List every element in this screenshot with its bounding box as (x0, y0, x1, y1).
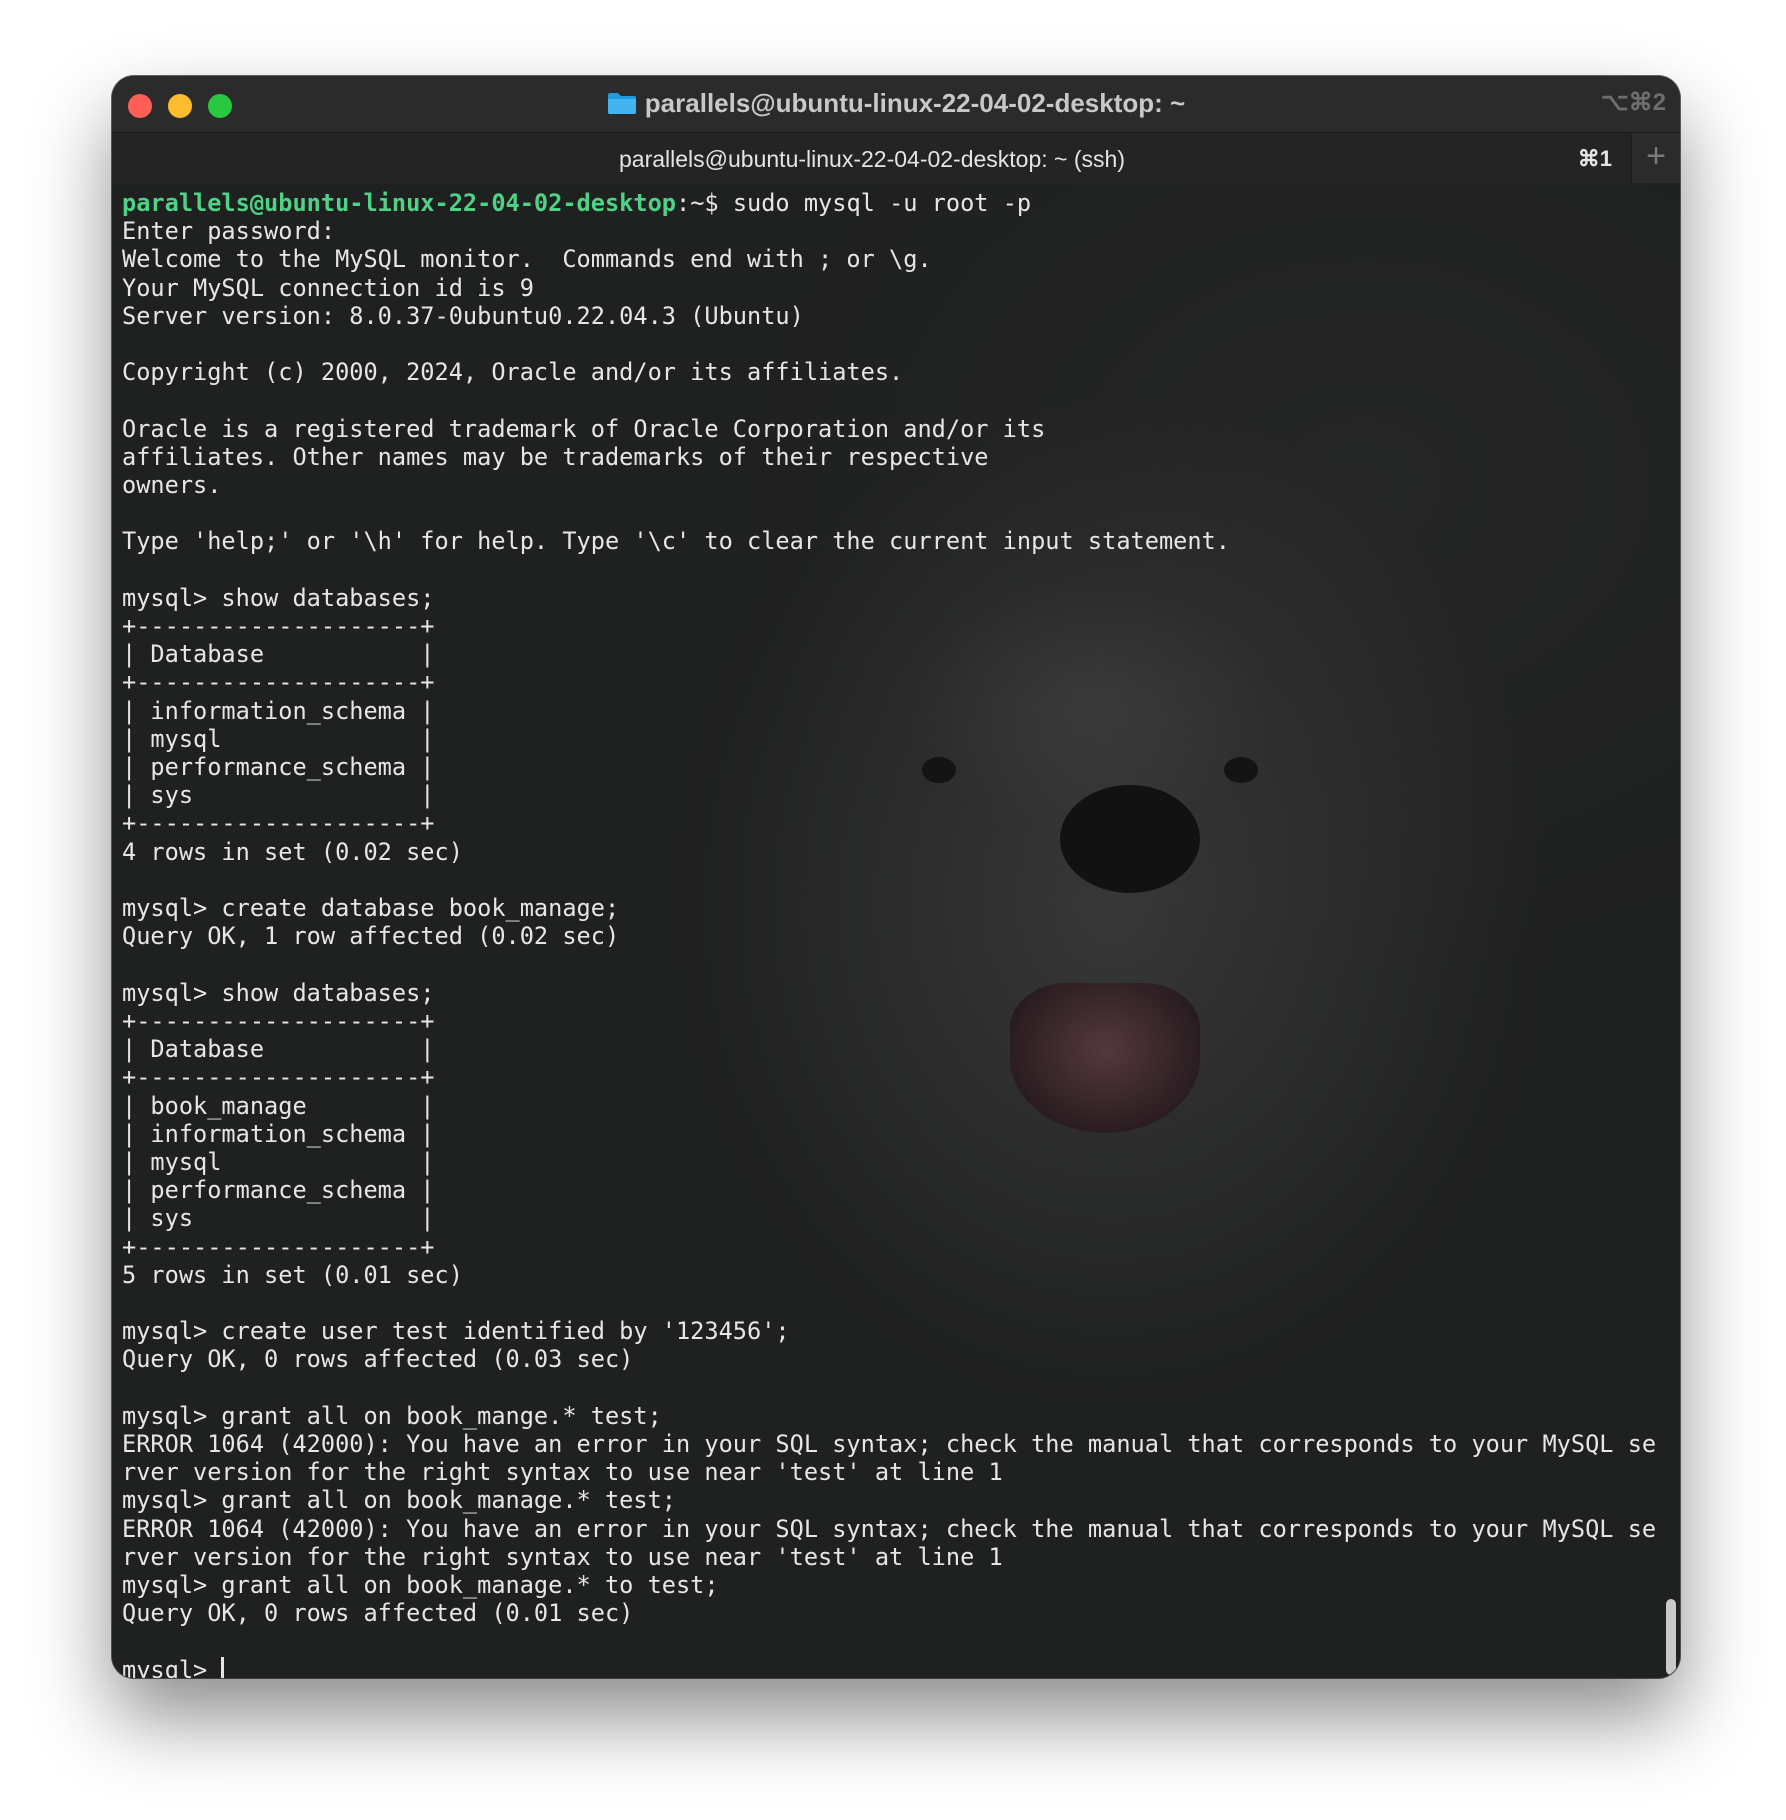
window-title-container: parallels@ubuntu-linux-22-04-02-desktop:… (112, 88, 1680, 118)
terminal-line: | mysql | (122, 724, 435, 753)
terminal-line: mysql> show databases; (122, 583, 435, 612)
terminal-line: | information_schema | (122, 1119, 435, 1148)
terminal-line: mysql> create user test identified by '1… (122, 1317, 790, 1346)
terminal-line: | sys | (122, 781, 435, 810)
terminal-line: Query OK, 0 rows affected (0.01 sec) (122, 1599, 634, 1628)
terminal-line: +--------------------+ (122, 809, 435, 838)
terminal-line: mysql> show databases; (122, 978, 435, 1007)
terminal-line: 5 rows in set (0.01 sec) (122, 1260, 463, 1289)
scrollbar-thumb[interactable] (1666, 1599, 1676, 1675)
terminal-line: rver version for the right syntax to use… (122, 1458, 1003, 1487)
folder-icon (607, 93, 636, 114)
terminal-line: Query OK, 0 rows affected (0.03 sec) (122, 1345, 634, 1374)
terminal-window: parallels@ubuntu-linux-22-04-02-desktop:… (112, 76, 1680, 1678)
terminal-line: mysql> grant all on book_mange.* test; (122, 1401, 662, 1430)
terminal-lines: Enter password: Welcome to the MySQL mon… (122, 217, 1656, 1627)
window-title: parallels@ubuntu-linux-22-04-02-desktop:… (644, 88, 1186, 118)
terminal-line: Oracle is a registered trademark of Orac… (122, 414, 1046, 443)
terminal-line: Server version: 8.0.37-0ubuntu0.22.04.3 … (122, 301, 804, 330)
terminal-line: +--------------------+ (122, 612, 435, 641)
current-prompt: mysql> (122, 1655, 222, 1678)
terminal-line: | Database | (122, 640, 435, 669)
tab-bar: parallels@ubuntu-linux-22-04-02-desktop:… (112, 132, 1680, 184)
prompt-user: parallels@ubuntu-linux-22-04-02-desktop (122, 189, 676, 217)
terminal-line: ERROR 1064 (42000): You have an error in… (122, 1429, 1657, 1458)
terminal-line: +--------------------+ (122, 1006, 435, 1035)
terminal-line: affiliates. Other names may be trademark… (122, 442, 989, 471)
terminal-line: Copyright (c) 2000, 2024, Oracle and/or … (122, 358, 904, 387)
terminal-line: | mysql | (122, 1147, 435, 1176)
terminal-line: | performance_schema | (122, 753, 435, 782)
terminal-line: mysql> grant all on book_manage.* to tes… (122, 1570, 719, 1599)
terminal-line: owners. (122, 471, 222, 500)
terminal-line: +--------------------+ (122, 1063, 435, 1092)
first-command: sudo mysql -u root -p (718, 189, 1032, 217)
terminal-line: | performance_schema | (122, 1176, 435, 1205)
tab-label: parallels@ubuntu-linux-22-04-02-desktop:… (619, 146, 1125, 172)
terminal-line: Query OK, 1 row affected (0.02 sec) (122, 922, 620, 951)
terminal-output: parallels@ubuntu-linux-22-04-02-desktop:… (122, 189, 1656, 1678)
terminal-line: | information_schema | (122, 696, 435, 725)
title-bar[interactable]: parallels@ubuntu-linux-22-04-02-desktop:… (112, 76, 1680, 132)
text-cursor (221, 1656, 225, 1678)
terminal-line: | Database | (122, 1035, 435, 1064)
terminal-line: | book_manage | (122, 1091, 435, 1120)
terminal-line: Your MySQL connection id is 9 (122, 273, 534, 302)
terminal-line: +--------------------+ (122, 1232, 435, 1261)
prompt-path: :~$ (675, 189, 719, 217)
terminal-line: | sys | (122, 1204, 435, 1233)
terminal-content[interactable]: parallels@ubuntu-linux-22-04-02-desktop:… (112, 183, 1680, 1678)
tab-shortcut: ⌘1 (1577, 146, 1612, 171)
window-shortcut: ⌥⌘2 (1600, 89, 1666, 116)
terminal-line: mysql> grant all on book_manage.* test; (122, 1486, 676, 1515)
tab-ssh[interactable]: parallels@ubuntu-linux-22-04-02-desktop:… (112, 133, 1632, 183)
terminal-line: Type 'help;' or '\h' for help. Type '\c'… (122, 527, 1230, 556)
terminal-line: +--------------------+ (122, 668, 435, 697)
terminal-line: Welcome to the MySQL monitor. Commands e… (122, 245, 932, 274)
terminal-line: rver version for the right syntax to use… (122, 1542, 1003, 1571)
terminal-line: mysql> create database book_manage; (122, 894, 620, 923)
terminal-line: Enter password: (122, 217, 336, 246)
terminal-line: 4 rows in set (0.02 sec) (122, 837, 463, 866)
terminal-line: ERROR 1064 (42000): You have an error in… (122, 1514, 1657, 1543)
new-tab-button[interactable]: + (1631, 133, 1680, 183)
